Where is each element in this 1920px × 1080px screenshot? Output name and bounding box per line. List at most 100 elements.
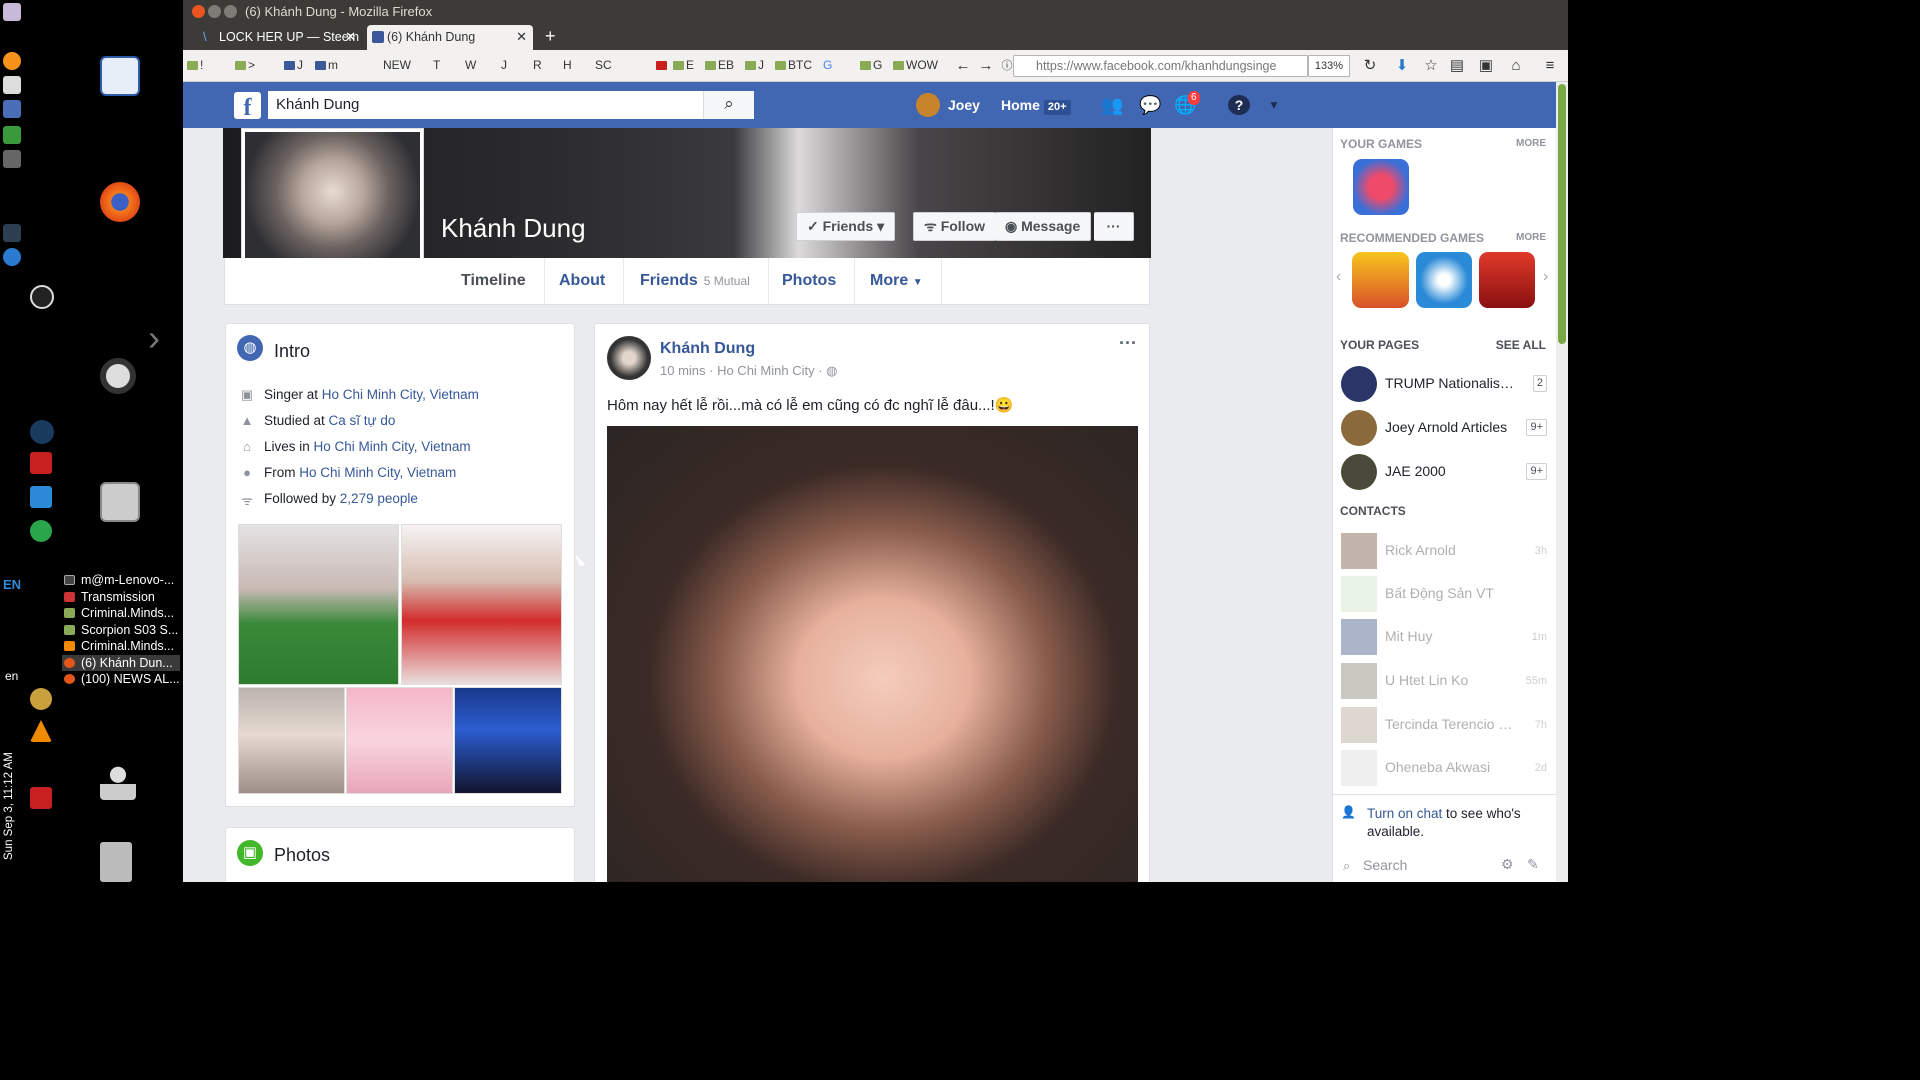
- candy-crush-icon[interactable]: [1353, 159, 1409, 215]
- bookmark-item[interactable]: >: [235, 50, 255, 80]
- follow-button[interactable]: ᯤ Follow: [913, 212, 997, 241]
- user-name-link[interactable]: Joey: [948, 82, 980, 128]
- scrollbar-thumb[interactable]: [1558, 84, 1566, 344]
- vlc-icon[interactable]: [30, 720, 52, 742]
- close-tab-icon[interactable]: ✕: [345, 25, 356, 49]
- home-icon[interactable]: ⌂: [1506, 56, 1526, 76]
- contact-row[interactable]: U Htet Lin Ko 55m: [1341, 663, 1551, 699]
- url-bar[interactable]: https://www.facebook.com/khanhdungsinge: [1013, 55, 1308, 77]
- document-icon[interactable]: [100, 56, 140, 96]
- bookmark-item[interactable]: J: [501, 50, 507, 80]
- featured-photo[interactable]: [346, 687, 453, 794]
- bookmark-item[interactable]: G: [860, 50, 882, 80]
- page-row[interactable]: Joey Arnold Articles 9+: [1341, 410, 1551, 446]
- bookmark-item[interactable]: T: [433, 50, 440, 80]
- post-meta-text[interactable]: 10 mins · Ho Chi Minh City ·: [660, 363, 823, 378]
- filezilla-icon-2[interactable]: [30, 787, 52, 809]
- bitcoin-icon[interactable]: [3, 52, 21, 70]
- profile-name[interactable]: Khánh Dung: [441, 213, 586, 244]
- window-item[interactable]: Criminal.Minds...: [62, 605, 180, 622]
- intro-link[interactable]: 2,279 people: [340, 491, 418, 506]
- spreadsheet-icon[interactable]: [3, 126, 21, 144]
- post-options-button[interactable]: ···: [1119, 334, 1137, 352]
- bookmark-item[interactable]: G: [823, 50, 832, 80]
- bookmark-item[interactable]: W: [465, 50, 476, 80]
- apps-icon[interactable]: [3, 150, 21, 168]
- bookmark-item[interactable]: J: [745, 50, 764, 80]
- text-editor-icon[interactable]: [3, 76, 21, 94]
- message-button[interactable]: ◉ Message: [995, 212, 1092, 241]
- user-avatar[interactable]: [916, 93, 940, 117]
- page-row[interactable]: JAE 2000 9+: [1341, 454, 1551, 490]
- zoom-indicator[interactable]: 133%: [1308, 55, 1350, 77]
- bookmark-item[interactable]: m: [315, 50, 338, 80]
- facebook-search-input[interactable]: Khánh Dung: [268, 91, 754, 119]
- window-item[interactable]: Criminal.Minds...: [62, 638, 180, 655]
- bookmark-item[interactable]: J: [284, 50, 303, 80]
- tab-about[interactable]: About: [541, 258, 625, 304]
- new-message-icon[interactable]: ✎: [1527, 856, 1539, 873]
- tab-photos[interactable]: Photos: [764, 258, 856, 304]
- window-item[interactable]: (100) NEWS AL...: [62, 671, 180, 688]
- chevron-right-icon[interactable]: ›: [148, 320, 178, 356]
- bubble-game-icon[interactable]: [1416, 252, 1472, 308]
- chat-search-input[interactable]: Search: [1363, 857, 1407, 873]
- filezilla-icon[interactable]: [30, 452, 52, 474]
- featured-photo[interactable]: [238, 524, 399, 685]
- close-window-button[interactable]: [192, 5, 205, 18]
- search-icon[interactable]: ⌕: [703, 91, 754, 119]
- menu-icon[interactable]: [3, 3, 21, 21]
- contact-row[interactable]: Oheneba Akwasi 2d: [1341, 750, 1551, 786]
- featured-photo[interactable]: [454, 687, 562, 794]
- intro-link[interactable]: Ho Chi Minh City, Vietnam: [322, 387, 479, 402]
- window-item[interactable]: (6) Khánh Dun...: [62, 654, 180, 671]
- intro-link[interactable]: Ho Chi Minh City, Vietnam: [314, 439, 471, 454]
- profile-more-button[interactable]: ···: [1094, 212, 1134, 241]
- chevron-right-icon[interactable]: ›: [1543, 268, 1548, 286]
- tab-timeline[interactable]: Timeline: [443, 258, 545, 304]
- contact-row[interactable]: Bất Động Sản VT: [1341, 576, 1551, 612]
- turn-on-chat-link[interactable]: Turn on chat: [1367, 806, 1442, 821]
- pages-see-all-link[interactable]: SEE ALL: [1496, 338, 1546, 352]
- bookmark-item[interactable]: H: [563, 50, 572, 80]
- contact-row[interactable]: Tercinda Terencio Ma... 7h: [1341, 707, 1551, 743]
- bookmark-item[interactable]: SC: [595, 50, 612, 80]
- atom-icon[interactable]: [30, 420, 54, 444]
- messenger-icon[interactable]: 💬: [1139, 95, 1161, 115]
- minimize-window-button[interactable]: [208, 5, 221, 18]
- slots-game-icon[interactable]: [1479, 252, 1535, 308]
- user-icon[interactable]: [100, 764, 136, 800]
- window-item[interactable]: m@m-Lenovo-...: [62, 572, 180, 589]
- account-menu-icon[interactable]: ▼: [1263, 95, 1285, 115]
- contact-row[interactable]: Mit Huy 1m: [1341, 619, 1551, 655]
- photos-icon[interactable]: [30, 486, 52, 508]
- ubuntu-icon[interactable]: [100, 358, 136, 394]
- trash-icon[interactable]: [100, 842, 132, 882]
- intro-link[interactable]: Ca sĩ tự do: [329, 413, 396, 428]
- chat-settings-icon[interactable]: ⚙: [1501, 856, 1514, 873]
- page-scrollbar[interactable]: [1556, 82, 1568, 882]
- new-tab-button[interactable]: +: [545, 24, 556, 48]
- reload-icon[interactable]: ↻: [1360, 56, 1380, 76]
- bookmark-item[interactable]: E: [673, 50, 694, 80]
- forward-icon[interactable]: →: [976, 56, 996, 76]
- games-more-link[interactable]: MORE: [1516, 138, 1546, 149]
- obs-icon[interactable]: [30, 285, 54, 309]
- calculator-icon[interactable]: [3, 100, 21, 118]
- files-icon[interactable]: [100, 482, 140, 522]
- featured-photo[interactable]: [238, 687, 345, 794]
- photos-title[interactable]: Photos: [274, 845, 330, 866]
- post-photo[interactable]: [607, 426, 1138, 882]
- facebook-logo-icon[interactable]: f: [234, 92, 261, 121]
- language-indicator[interactable]: EN: [3, 577, 21, 592]
- intro-link[interactable]: Ho Chi Minh City, Vietnam: [299, 465, 456, 480]
- bookmark-item[interactable]: EB: [705, 50, 734, 80]
- page-row[interactable]: TRUMP Nationalism ... 2: [1341, 366, 1551, 402]
- bookmark-item[interactable]: [656, 50, 669, 80]
- post-author[interactable]: Khánh Dung: [660, 340, 755, 358]
- help-icon[interactable]: ?: [1228, 95, 1250, 115]
- download-icon[interactable]: ⬇: [1392, 56, 1412, 76]
- sale-bingo-icon[interactable]: [1352, 252, 1409, 308]
- dogecoin-icon[interactable]: [30, 688, 52, 710]
- contact-row[interactable]: Rick Arnold 3h: [1341, 533, 1551, 569]
